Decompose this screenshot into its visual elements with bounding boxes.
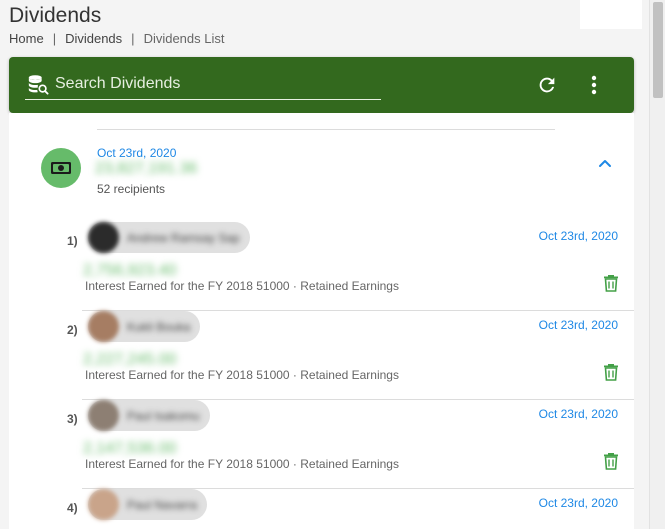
more-vertical-icon[interactable]: [584, 74, 604, 96]
recipient-name: Andrew Ramsay Sap: [127, 230, 240, 245]
recipient-name: Kukli Bouka: [127, 319, 191, 334]
recipient-chip[interactable]: Paul Navarra: [88, 489, 208, 520]
recipient-chip[interactable]: Andrew Ramsay Sap: [88, 222, 250, 253]
avatar: [88, 489, 119, 520]
trash-icon[interactable]: [603, 452, 619, 470]
avatar: [88, 400, 119, 431]
recipient-date[interactable]: Oct 23rd, 2020: [539, 496, 618, 510]
avatar: [88, 222, 119, 253]
dividend-group-date[interactable]: Oct 23rd, 2020: [97, 146, 176, 160]
dividend-group-amount: 23,827,191.36: [95, 160, 198, 177]
recipient-index: 4): [67, 501, 78, 515]
top-right-blank-box: [580, 0, 642, 29]
trash-icon[interactable]: [603, 274, 619, 292]
divider: [97, 129, 555, 130]
breadcrumb-dividends[interactable]: Dividends: [65, 31, 122, 46]
recipient-row: 4) Paul Navarra Oct 23rd, 2020: [9, 489, 634, 529]
search-field[interactable]: [25, 69, 381, 100]
recipient-chip[interactable]: Paul Isakomu: [88, 400, 210, 431]
recipient-index: 2): [67, 323, 78, 337]
recipient-date[interactable]: Oct 23rd, 2020: [539, 318, 618, 332]
scrollbar-thumb[interactable]: [653, 2, 663, 98]
breadcrumb-home[interactable]: Home: [9, 31, 44, 46]
recipient-amount: 2,227,245.00: [83, 351, 177, 368]
breadcrumb: Home | Dividends | Dividends List: [9, 31, 225, 46]
avatar: [88, 311, 119, 342]
recipient-index: 3): [67, 412, 78, 426]
breadcrumb-separator: |: [52, 31, 57, 46]
breadcrumb-current: Dividends List: [143, 31, 225, 46]
recipient-name: Paul Navarra: [127, 497, 198, 512]
dividend-group-avatar: [41, 148, 81, 188]
search-toolbar: [9, 57, 634, 113]
trash-icon[interactable]: [603, 363, 619, 381]
recipient-description: Interest Earned for the FY 2018 51000 · …: [85, 279, 399, 293]
search-input[interactable]: [55, 75, 375, 93]
recipient-row: 1) Andrew Ramsay Sap Oct 23rd, 2020 2,75…: [9, 222, 634, 311]
recipient-chip[interactable]: Kukli Bouka: [88, 311, 201, 342]
page-scrollbar[interactable]: [649, 0, 665, 529]
recipient-row: 2) Kukli Bouka Oct 23rd, 2020 2,227,245.…: [9, 311, 634, 400]
recipient-date[interactable]: Oct 23rd, 2020: [539, 229, 618, 243]
money-icon: [51, 162, 71, 174]
recipient-index: 1): [67, 234, 78, 248]
database-search-icon: [28, 75, 49, 95]
recipient-amount: 2,147,536.00: [83, 440, 177, 457]
recipient-description: Interest Earned for the FY 2018 51000 · …: [85, 368, 399, 382]
recipient-amount: 2,756,923.40: [83, 262, 177, 279]
recipient-description: Interest Earned for the FY 2018 51000 · …: [85, 457, 399, 471]
recipient-date[interactable]: Oct 23rd, 2020: [539, 407, 618, 421]
recipient-row: 3) Paul Isakomu Oct 23rd, 2020 2,147,536…: [9, 400, 634, 489]
refresh-icon[interactable]: [536, 74, 558, 96]
dividends-list-panel: Oct 23rd, 2020 23,827,191.36 52 recipien…: [9, 113, 634, 529]
recipient-name: Paul Isakomu: [127, 408, 200, 423]
page-title: Dividends: [9, 4, 102, 27]
chevron-up-icon[interactable]: [597, 155, 613, 171]
dividend-group-recipients: 52 recipients: [97, 182, 166, 196]
breadcrumb-separator: |: [131, 31, 135, 46]
